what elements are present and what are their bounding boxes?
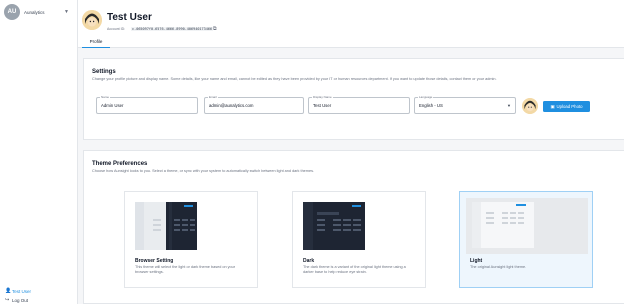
language-value: English - US xyxy=(419,103,443,108)
sidebar: AU Aunalytics ▼ 👤 Test User ↪ Log Out xyxy=(0,0,78,304)
upload-photo-label: Upload Photo xyxy=(556,104,583,109)
display-name-value: Test User xyxy=(313,103,332,108)
light-theme-preview xyxy=(466,198,588,254)
person-icon: 👤 xyxy=(5,288,12,294)
account-id-value: c-065097f0-6576-4666-8990-406940173466 xyxy=(131,27,214,31)
name-field[interactable]: Name Admin User xyxy=(96,95,198,114)
avatar xyxy=(82,10,102,30)
upload-photo-button[interactable]: ▣ Upload Photo xyxy=(543,101,590,112)
theme-option-description: This theme will select the light or dark… xyxy=(135,265,236,274)
browser-theme-preview xyxy=(135,202,197,250)
org-switcher[interactable]: AU Aunalytics ▼ xyxy=(0,0,77,24)
theme-option-title: Dark xyxy=(303,258,315,264)
theme-description: Choose how Aunsight looks to you. Select… xyxy=(92,169,315,173)
theme-option-dark[interactable]: Dark The dark theme is a variant of the … xyxy=(292,191,426,288)
tab-profile[interactable]: Profile xyxy=(82,37,110,48)
theme-title: Theme Preferences xyxy=(92,161,148,167)
email-value: admin@aunalytics.com xyxy=(209,103,254,108)
theme-option-browser[interactable]: Browser Setting This theme will select t… xyxy=(124,191,258,288)
theme-panel: Theme Preferences Choose how Aunsight lo… xyxy=(83,150,624,304)
logout-icon: ↪ xyxy=(5,297,10,303)
settings-panel: Settings Change your profile picture and… xyxy=(83,58,624,140)
caret-down-icon: ▼ xyxy=(507,103,511,108)
profile-header: Test User Account ID: c-065097f0-6576-46… xyxy=(78,0,624,48)
display-name-label: Display Name xyxy=(312,95,333,99)
theme-option-description: The dark theme is a variant of the origi… xyxy=(303,265,406,274)
theme-option-light[interactable]: Light The original Aunsight light theme. xyxy=(459,191,593,288)
profile-photo xyxy=(522,98,538,114)
display-name-field[interactable]: Display Name Test User xyxy=(308,95,410,114)
sidebar-item-label: Test User xyxy=(12,288,32,294)
account-id-label: Account ID: xyxy=(107,27,126,31)
org-name: Aunalytics xyxy=(24,9,45,15)
email-field[interactable]: Email admin@aunalytics.com xyxy=(204,95,304,114)
name-label: Name xyxy=(100,95,111,99)
language-select[interactable]: Language English - US ▼ xyxy=(414,95,516,114)
sidebar-item-label: Log Out xyxy=(12,297,29,303)
settings-description: Change your profile picture and display … xyxy=(92,77,497,81)
theme-option-title: Light xyxy=(470,258,483,264)
email-label: Email xyxy=(208,95,218,99)
name-value: Admin User xyxy=(101,103,124,108)
sidebar-item-profile[interactable]: 👤 Test User xyxy=(5,288,31,294)
chevron-down-icon[interactable]: ▼ xyxy=(64,9,69,15)
language-label: Language xyxy=(418,95,434,99)
page-title: Test User xyxy=(107,12,152,23)
theme-option-title: Browser Setting xyxy=(135,258,174,264)
org-avatar: AU xyxy=(4,4,20,20)
copy-icon[interactable]: ⧉ xyxy=(213,26,217,32)
settings-title: Settings xyxy=(92,69,116,75)
theme-option-description: The original Aunsight light theme. xyxy=(470,265,527,269)
sidebar-item-logout[interactable]: ↪ Log Out xyxy=(5,297,28,303)
upload-icon: ▣ xyxy=(550,103,555,109)
dark-theme-preview xyxy=(303,202,365,250)
